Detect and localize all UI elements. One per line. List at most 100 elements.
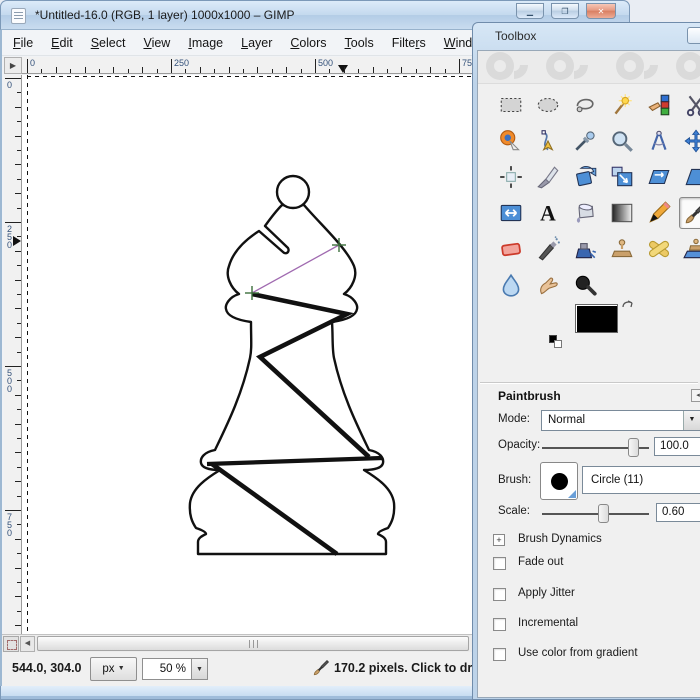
move-icon <box>683 129 700 153</box>
zoom-dropdown-arrow[interactable]: ▼ <box>192 658 208 680</box>
tool-airbrush[interactable] <box>531 233 564 265</box>
tool-eraser[interactable] <box>494 233 527 265</box>
menu-view[interactable]: View <box>134 32 179 54</box>
tool-options-title: Paintbrush <box>498 389 561 403</box>
tool-rotate[interactable] <box>568 161 601 193</box>
close-button[interactable]: ✕ <box>586 3 616 19</box>
mode-dropdown-arrow[interactable]: ▼ <box>683 411 700 430</box>
checkbox-fade-out[interactable] <box>493 557 506 570</box>
tool-align[interactable] <box>494 161 527 193</box>
tool-perspective-clone[interactable] <box>679 233 700 265</box>
foreground-select-icon <box>499 130 520 151</box>
checkbox-label: Apply Jitter <box>518 587 575 599</box>
blur-sharpen-icon <box>502 273 519 297</box>
paintbrush-icon <box>685 205 700 224</box>
opacity-slider-thumb[interactable] <box>628 438 639 457</box>
svg-text:A: A <box>540 202 556 226</box>
brush-name-field[interactable]: Circle (11) <box>582 466 700 494</box>
dodge-burn-icon <box>575 275 597 296</box>
tool-measure[interactable] <box>642 125 675 157</box>
tool-color-picker[interactable] <box>568 125 601 157</box>
scale-icon <box>611 166 632 187</box>
tool-text[interactable]: A <box>531 197 564 229</box>
swap-colors-icon[interactable] <box>621 298 635 310</box>
options-collapse-icon[interactable]: ◂ <box>691 389 700 402</box>
tool-shear[interactable] <box>642 161 675 193</box>
tool-flip[interactable] <box>494 197 527 229</box>
tool-scale[interactable] <box>605 161 638 193</box>
tool-paintbrush[interactable] <box>679 197 700 229</box>
brush-thumbnail-button[interactable] <box>540 462 578 500</box>
ruler-corner-menu-button[interactable]: ▶ <box>4 57 22 74</box>
tool-crop[interactable] <box>531 161 564 193</box>
menu-tools[interactable]: Tools <box>336 32 383 54</box>
brush-corner-indicator <box>568 490 576 498</box>
toolbox-panel: A Paintbrush ◂ Mode: Normal ▼ Opacity: 1… <box>477 50 700 698</box>
brush-circle-preview <box>551 473 568 490</box>
scale-slider-thumb[interactable] <box>598 504 609 523</box>
tool-fuzzy-select[interactable] <box>605 89 638 121</box>
tool-foreground-select[interactable] <box>494 125 527 157</box>
left-ruler[interactable]: 0 250 500 750 <box>4 75 22 634</box>
tool-move[interactable] <box>679 125 700 157</box>
zoom-icon <box>611 131 633 152</box>
tool-dodge-burn[interactable] <box>568 269 601 301</box>
color-picker-icon <box>574 131 595 151</box>
checkbox-use-color-from-gradient[interactable] <box>493 648 506 661</box>
opacity-value-field[interactable]: 100.0 <box>654 437 700 456</box>
foreground-color-swatch[interactable] <box>575 304 618 333</box>
checkbox-apply-jitter[interactable] <box>493 588 506 601</box>
tool-paths[interactable] <box>531 125 564 157</box>
menu-image[interactable]: Image <box>179 32 232 54</box>
top-ruler-label: 500 <box>318 58 334 68</box>
tool-perspective[interactable] <box>679 161 700 193</box>
unit-dropdown[interactable]: px ▼ <box>90 657 137 681</box>
ink-icon <box>575 243 596 259</box>
left-ruler-label: 250 <box>7 224 13 250</box>
top-ruler-label: 0 <box>30 58 36 68</box>
checkbox-incremental[interactable] <box>493 618 506 631</box>
bishop-top-ball <box>275 174 311 210</box>
tool-heal[interactable] <box>642 233 675 265</box>
left-ruler-pointer-marker <box>13 236 21 246</box>
tool-clone[interactable] <box>605 233 638 265</box>
perspective-icon <box>684 168 700 186</box>
scale-value-field[interactable]: 0.60 <box>656 503 700 522</box>
brush-dynamics-expander[interactable]: + <box>493 534 505 546</box>
mode-select[interactable]: Normal ▼ <box>541 410 700 431</box>
tool-smudge[interactable] <box>531 269 564 301</box>
menu-edit[interactable]: Edit <box>42 32 82 54</box>
scale-slider[interactable] <box>542 513 649 515</box>
shear-icon <box>647 169 670 185</box>
tool-bucket-fill[interactable] <box>568 197 601 229</box>
tool-ellipse-select[interactable] <box>531 89 564 121</box>
menu-colors[interactable]: Colors <box>281 32 335 54</box>
flip-icon <box>500 204 521 222</box>
tool-scissors-select[interactable] <box>679 89 700 121</box>
toolbox-window: Toolbox A Paintbrush ◂ Mode: Normal ▼ Op… <box>472 22 700 700</box>
tool-rectangle-select[interactable] <box>494 89 527 121</box>
tool-free-select[interactable] <box>568 89 601 121</box>
opacity-label: Opacity: <box>498 439 541 451</box>
maximize-button[interactable]: ❐ <box>551 3 579 19</box>
quick-mask-toggle[interactable] <box>3 636 19 652</box>
toolbox-close-button[interactable] <box>687 27 700 44</box>
ellipse-select-icon <box>537 97 558 113</box>
menu-file[interactable]: File <box>4 32 42 54</box>
tool-ink[interactable] <box>568 233 601 265</box>
scroll-left-arrow[interactable]: ◀ <box>20 636 35 652</box>
default-colors-icon[interactable] <box>549 335 563 349</box>
tool-select-by-color[interactable] <box>642 89 675 121</box>
zoom-level-field[interactable]: 50 % <box>142 658 192 680</box>
wilber-decoration <box>478 51 700 84</box>
scrollbar-thumb[interactable] <box>37 636 469 651</box>
tool-zoom[interactable] <box>605 125 638 157</box>
menu-filters[interactable]: Filters <box>383 32 435 54</box>
tool-blend[interactable] <box>605 197 638 229</box>
tool-pencil[interactable] <box>642 197 675 229</box>
bucket-fill-icon <box>576 203 594 223</box>
minimize-button[interactable]: ▁ <box>516 3 544 19</box>
menu-layer[interactable]: Layer <box>232 32 281 54</box>
menu-select[interactable]: Select <box>82 32 135 54</box>
tool-blur-sharpen[interactable] <box>494 269 527 301</box>
